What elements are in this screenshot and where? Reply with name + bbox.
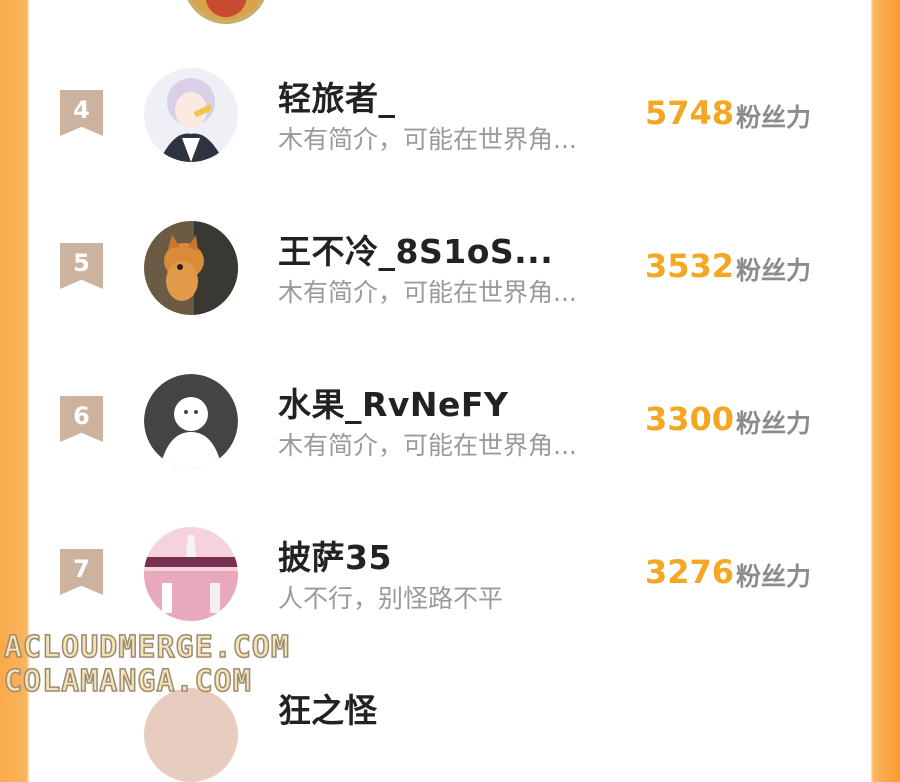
fan-score: 5748: [645, 94, 735, 132]
user-name[interactable]: 水果_RvNeFY: [278, 378, 508, 426]
watermark-text: ACLOUDMERGE.COM: [3, 629, 290, 666]
rank-badge: 6: [60, 396, 103, 442]
rank-badge: 4: [60, 90, 103, 136]
avatar[interactable]: [183, 0, 269, 24]
fan-score-unit: 粉丝力: [736, 256, 812, 285]
avatar[interactable]: [144, 221, 238, 315]
user-name[interactable]: 披萨35: [278, 531, 392, 579]
fan-ranking-panel: 4 轻旅者_ 木有简介，可能在世界角... 5748 粉丝力 5 王不冷_8S1…: [30, 0, 870, 702]
user-name[interactable]: 王不冷_8S1oS...: [278, 225, 553, 273]
rank-badge: 5: [60, 243, 103, 289]
list-item[interactable]: 6 水果_RvNeFY 木有简介，可能在世界角... 3300 粉丝力: [30, 370, 870, 470]
list-item[interactable]: 7 披萨35 人不行，别怪路不平 3276 粉丝力: [30, 523, 870, 623]
fan-score-unit: 粉丝力: [736, 103, 812, 132]
user-bio: 木有简介，可能在世界角...: [278, 431, 577, 460]
rank-badge: 7: [60, 549, 103, 595]
user-bio: 木有简介，可能在世界角...: [278, 278, 577, 307]
avatar[interactable]: [144, 527, 238, 621]
fan-score: 3300: [645, 400, 735, 438]
user-name[interactable]: 轻旅者_: [278, 72, 396, 120]
user-name[interactable]: 狂之怪: [278, 684, 377, 732]
list-item[interactable]: 5 王不冷_8S1oS... 木有简介，可能在世界角... 3532 粉丝力: [30, 217, 870, 317]
avatar[interactable]: [144, 374, 238, 468]
avatar[interactable]: [144, 68, 238, 162]
user-bio: 木有简介，可能在世界角...: [278, 125, 577, 154]
watermark-text: COLAMANGA.COM: [3, 663, 252, 700]
user-bio: 人不行，别怪路不平: [278, 584, 504, 613]
list-item[interactable]: 4 轻旅者_ 木有简介，可能在世界角... 5748 粉丝力: [30, 64, 870, 164]
avatar[interactable]: [144, 688, 238, 782]
fan-score: 3532: [645, 247, 735, 285]
fan-score: 3276: [645, 553, 735, 591]
fan-score-unit: 粉丝力: [736, 409, 812, 438]
fan-score-unit: 粉丝力: [736, 562, 812, 591]
